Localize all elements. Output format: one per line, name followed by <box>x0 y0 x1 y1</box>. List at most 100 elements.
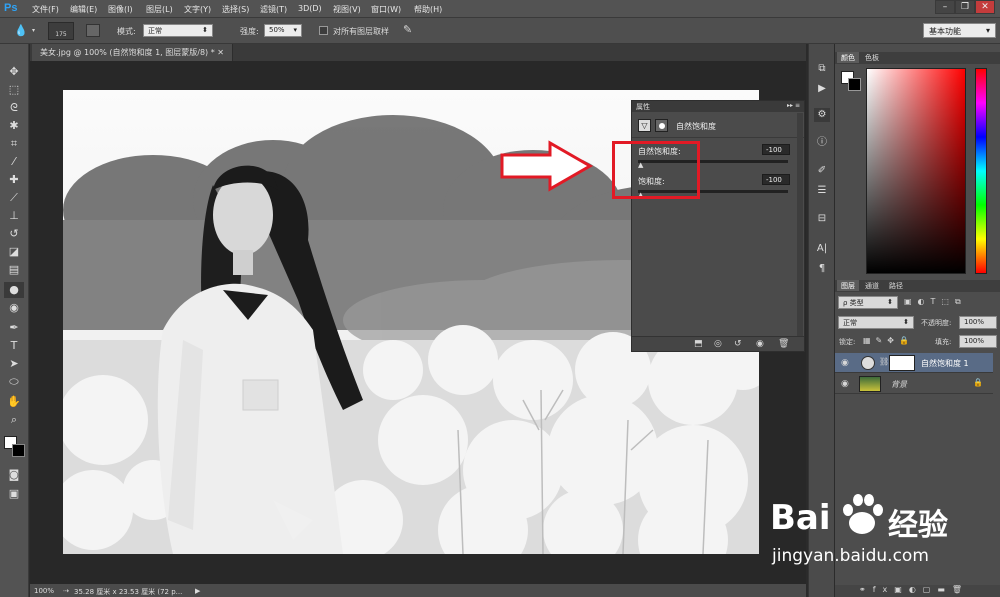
background-color-swatch[interactable] <box>12 444 25 457</box>
healing-brush-icon[interactable]: ✚ <box>4 172 24 188</box>
history-panel-icon[interactable]: ⧉ <box>814 62 830 76</box>
menu-item[interactable]: 视图(V) <box>333 4 361 15</box>
move-tool-icon[interactable]: ✥ <box>4 64 24 80</box>
brush-tool-icon[interactable]: ⟋ <box>4 190 24 206</box>
screen-mode-icon[interactable]: ▣ <box>4 486 24 502</box>
info-panel-icon[interactable]: ⓘ <box>814 136 830 150</box>
fill-input[interactable]: 100% <box>959 335 997 348</box>
marquee-tool-icon[interactable]: ⬚ <box>4 82 24 98</box>
layer-row-background[interactable]: ◉ 背景 🔒 <box>835 374 993 394</box>
delete-icon[interactable]: 🗑 <box>778 339 789 349</box>
pen-tool-icon[interactable]: ✒ <box>4 320 24 336</box>
lock-label: 锁定: <box>839 338 856 346</box>
shape-tool-icon[interactable]: ⬭ <box>4 374 24 390</box>
clip-to-layer-icon[interactable]: ⬒ <box>694 339 703 349</box>
saturation-value-input[interactable]: -100 <box>762 174 790 185</box>
visibility-eye-icon[interactable]: ◉ <box>841 379 849 389</box>
type-tool-icon[interactable]: T <box>4 338 24 354</box>
divider <box>632 137 804 138</box>
crop-tool-icon[interactable]: ⌗ <box>4 136 24 152</box>
brush-panel-icon[interactable] <box>86 24 100 37</box>
sponge-tool-icon[interactable]: 💧 <box>14 24 28 37</box>
layers-footer-icons[interactable]: ⚭fx▣◐▢▬🗑 <box>835 585 1000 597</box>
character-panel-icon[interactable]: A| <box>814 242 830 256</box>
brush-presets-icon[interactable]: ✐ <box>814 164 830 178</box>
tool-presets-icon[interactable]: ⊟ <box>814 212 830 226</box>
document-info[interactable]: 35.28 厘米 x 23.53 厘米 (72 p... <box>74 587 182 597</box>
menu-item[interactable]: 选择(S) <box>222 4 249 15</box>
document-tab[interactable]: 美女.jpg @ 100% (自然饱和度 1, 图层蒙版/8) * ✕ <box>32 44 233 61</box>
adjustments-icon[interactable]: ☰ <box>814 184 830 198</box>
properties-scrollbar[interactable] <box>797 113 803 338</box>
mask-icon[interactable] <box>655 119 668 132</box>
actions-panel-icon[interactable]: ▶ <box>814 82 830 96</box>
layer-filter-select[interactable]: ρ 类型 ⬍ <box>838 296 898 309</box>
pressure-pen-icon[interactable]: ✎ <box>403 23 412 36</box>
brush-size-value: 175 <box>55 31 67 38</box>
menu-item[interactable]: 3D(D) <box>298 4 322 13</box>
tab-color[interactable]: 颜色 <box>837 52 859 63</box>
strength-input[interactable]: 50% ▾ <box>264 24 302 37</box>
dodge-tool-icon[interactable]: ◉ <box>4 300 24 316</box>
tab-layers[interactable]: 图层 <box>837 280 859 291</box>
tab-channels[interactable]: 通道 <box>861 280 883 291</box>
layer-mask-thumbnail[interactable] <box>889 355 915 371</box>
color-field[interactable] <box>866 68 966 274</box>
layer-name[interactable]: 背景 <box>891 379 907 390</box>
layer-row-vibrance[interactable]: ◉ ⛓ 自然饱和度 1 <box>835 353 993 373</box>
zoom-level[interactable]: 100% <box>34 587 54 595</box>
blend-mode-select[interactable]: 正常 ⬍ <box>838 316 914 329</box>
panel-menu-icon[interactable]: ▸▸ ≡ <box>787 102 800 109</box>
lock-icons[interactable]: ▦✎✥🔒 <box>863 336 914 345</box>
export-icon[interactable]: ⇢ <box>63 587 69 595</box>
eyedropper-icon[interactable]: ⁄ <box>4 154 24 170</box>
reset-icon[interactable]: ↺ <box>734 339 742 349</box>
menu-item[interactable]: 帮助(H) <box>414 4 442 15</box>
play-icon[interactable]: ▶ <box>195 587 200 595</box>
menu-item[interactable]: 窗口(W) <box>371 4 401 15</box>
gradient-icon[interactable]: ▤ <box>4 262 24 278</box>
clone-stamp-icon[interactable]: ⊥ <box>4 208 24 224</box>
workspace-select[interactable]: 基本功能 ▾ <box>923 23 996 38</box>
paragraph-panel-icon[interactable]: ¶ <box>814 262 830 276</box>
blend-mode-value: 正常 <box>843 319 857 327</box>
path-select-icon[interactable]: ➤ <box>4 356 24 372</box>
background-color-swatch[interactable] <box>848 78 861 91</box>
zoom-tool-icon[interactable]: ⌕ <box>4 412 24 428</box>
quick-mask-icon[interactable]: ◙ <box>4 467 24 483</box>
menu-item[interactable]: 图层(L) <box>146 4 173 15</box>
opacity-input[interactable]: 100% <box>959 316 997 329</box>
minimize-button[interactable]: – <box>935 0 955 14</box>
link-icon[interactable]: ⛓ <box>879 357 889 366</box>
lasso-tool-icon[interactable]: ᘓ <box>4 100 24 116</box>
mode-select[interactable]: 正常 ⬍ <box>143 24 213 37</box>
sponge-tool-icon[interactable]: ● <box>4 282 24 298</box>
view-previous-icon[interactable]: ◎ <box>714 339 722 349</box>
hue-slider[interactable] <box>975 68 987 274</box>
visibility-icon[interactable]: ◉ <box>756 339 764 349</box>
magic-wand-icon[interactable]: ✱ <box>4 118 24 134</box>
visibility-eye-icon[interactable]: ◉ <box>841 358 849 368</box>
menu-item[interactable]: 滤镜(T) <box>260 4 287 15</box>
properties-panel-icon[interactable]: ⚙ <box>814 108 830 122</box>
layer-filter-icons[interactable]: ▣◐T⬚⧉ <box>904 297 967 307</box>
menu-item[interactable]: 编辑(E) <box>70 4 97 15</box>
tab-swatches[interactable]: 色板 <box>861 52 883 63</box>
layer-name[interactable]: 自然饱和度 1 <box>921 358 969 369</box>
sample-all-checkbox[interactable] <box>319 26 328 35</box>
chevron-down-icon[interactable]: ▾ <box>32 27 35 34</box>
tab-paths[interactable]: 路径 <box>885 280 907 291</box>
menu-item[interactable]: 文字(Y) <box>184 4 211 15</box>
close-button[interactable]: ✕ <box>975 0 995 14</box>
properties-panel: 属性 ▸▸ ≡ ▽ 自然饱和度 自然饱和度: -100 ▲ 饱和度: -100 … <box>631 100 805 352</box>
hand-tool-icon[interactable]: ✋ <box>4 394 24 410</box>
maximize-button[interactable]: ❐ <box>955 0 975 14</box>
brush-size-picker[interactable]: 175 <box>48 22 74 40</box>
close-icon[interactable]: ✕ <box>217 48 224 57</box>
history-brush-icon[interactable]: ↺ <box>4 226 24 242</box>
menu-item[interactable]: 文件(F) <box>32 4 59 15</box>
vibrance-value-input[interactable]: -100 <box>762 144 790 155</box>
properties-footer: ⬒ ◎ ↺ ◉ 🗑 <box>632 336 804 351</box>
menu-item[interactable]: 图像(I) <box>108 4 133 15</box>
eraser-icon[interactable]: ◪ <box>4 244 24 260</box>
